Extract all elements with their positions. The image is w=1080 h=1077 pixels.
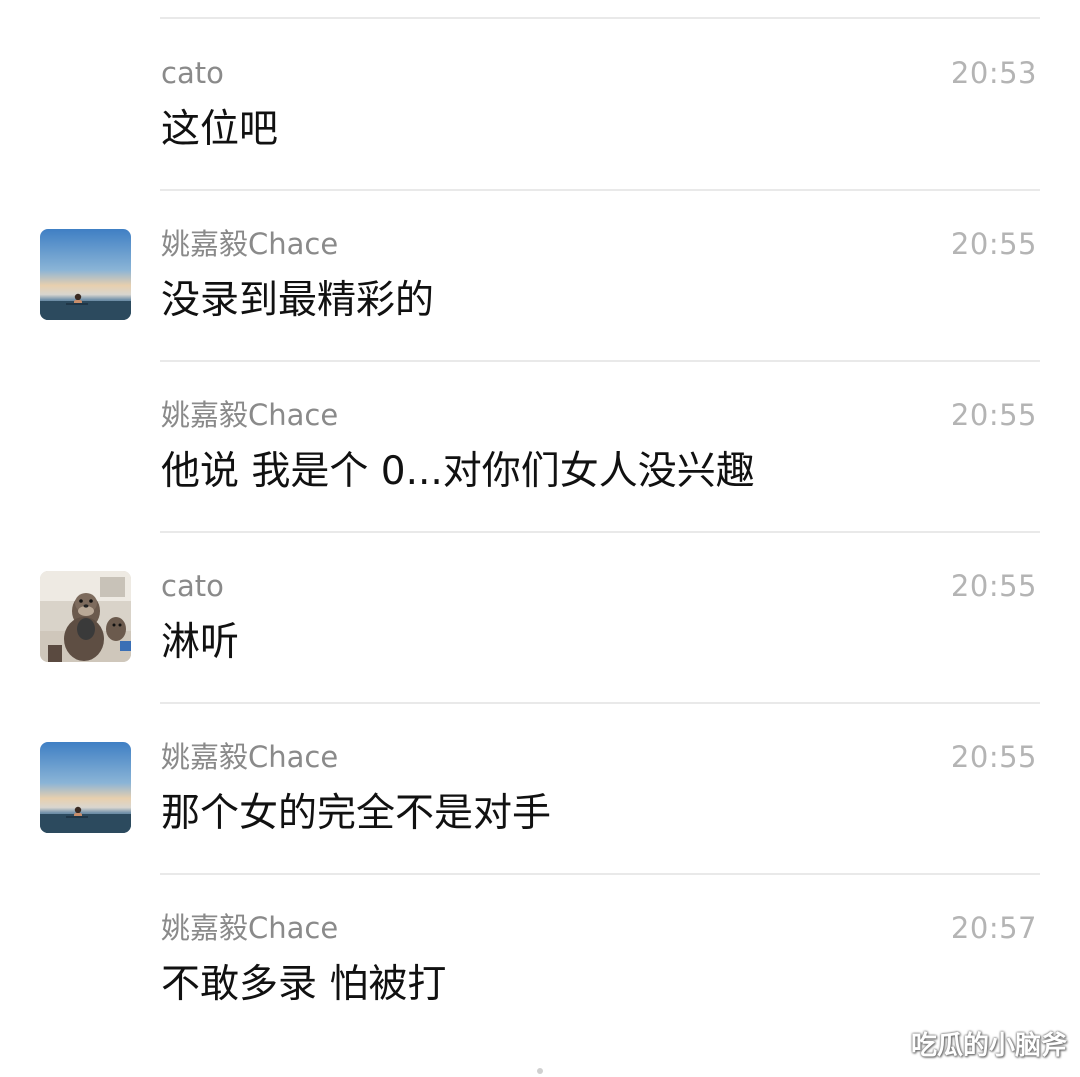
sender-name[interactable]: 姚嘉毅Chace	[161, 739, 338, 775]
message-time: 20:55	[950, 569, 1037, 603]
sea-sunset-avatar-icon	[40, 742, 131, 833]
message-time: 20:53	[950, 56, 1037, 90]
message-time: 20:55	[950, 398, 1037, 432]
message-text[interactable]: 没录到最精彩的	[161, 276, 434, 326]
message-time: 20:55	[950, 227, 1037, 261]
otter-avatar[interactable]	[40, 571, 131, 662]
message-text[interactable]: 他说 我是个 0...对你们女人没兴趣	[161, 447, 755, 497]
sea-sunset-avatar-icon	[40, 229, 131, 320]
message-text[interactable]: 不敢多录 怕被打	[161, 960, 446, 1010]
otter-avatar-icon	[40, 571, 131, 662]
message-item[interactable]: 姚嘉毅Chace 20:57 不敢多录 怕被打	[0, 873, 1080, 1044]
sea-sunset-avatar[interactable]	[40, 742, 131, 833]
sender-name[interactable]: 姚嘉毅Chace	[161, 226, 338, 262]
sea-sunset-avatar[interactable]	[40, 229, 131, 320]
sender-name[interactable]: 姚嘉毅Chace	[161, 397, 338, 433]
message-item[interactable]: cato 20:53 这位吧	[0, 18, 1080, 189]
message-item[interactable]: 姚嘉毅Chace 20:55 没录到最精彩的	[0, 189, 1080, 360]
sender-name[interactable]: cato	[161, 55, 224, 91]
scroll-indicator	[537, 1068, 543, 1074]
message-item[interactable]: 姚嘉毅Chace 20:55 那个女的完全不是对手	[0, 702, 1080, 873]
sender-name[interactable]: 姚嘉毅Chace	[161, 910, 338, 946]
message-time: 20:55	[950, 740, 1037, 774]
message-text[interactable]: 那个女的完全不是对手	[161, 789, 551, 839]
chat-history: cato 20:53 这位吧 姚嘉毅Chace 20:55 没录到最精彩的 姚嘉…	[0, 0, 1080, 1077]
message-item[interactable]: 姚嘉毅Chace 20:55 他说 我是个 0...对你们女人没兴趣	[0, 360, 1080, 531]
sender-name[interactable]: cato	[161, 568, 224, 604]
watermark: 吃瓜的小脑斧	[910, 1031, 1067, 1061]
message-text[interactable]: 淋听	[161, 618, 239, 668]
message-text[interactable]: 这位吧	[161, 105, 278, 155]
message-item[interactable]: cato 20:55 淋听	[0, 531, 1080, 702]
message-time: 20:57	[950, 911, 1037, 945]
